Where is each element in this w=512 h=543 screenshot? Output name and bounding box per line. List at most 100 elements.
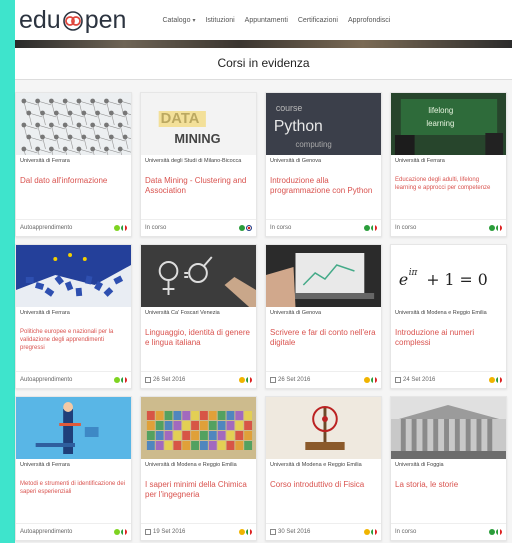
calendar-icon bbox=[145, 529, 151, 535]
course-title-link[interactable]: La storia, le storie bbox=[391, 476, 506, 516]
periodic-table-icon[interactable] bbox=[141, 397, 256, 459]
svg-text:e: e bbox=[399, 270, 408, 289]
laptop-writing-icon[interactable] bbox=[266, 245, 381, 307]
course-card[interactable]: Università di Ferrara Metodi e strumenti … bbox=[15, 396, 132, 541]
status-dot-icon bbox=[114, 377, 120, 383]
python-icon[interactable]: course Python computing bbox=[266, 93, 381, 155]
italy-flag-icon bbox=[121, 529, 127, 535]
network-icon[interactable] bbox=[16, 93, 131, 155]
course-card[interactable]: Università di Modena e Reggio Emilia I sa… bbox=[140, 396, 257, 541]
course-university: Università di Genova bbox=[270, 310, 322, 316]
course-title-link[interactable]: Educazione degli adulti, lifelong learni… bbox=[391, 172, 506, 212]
course-university: Università degli Studi di Milano-Bicocca bbox=[145, 158, 242, 164]
course-footer: Autoapprendimento bbox=[16, 371, 131, 388]
course-title-link[interactable]: Scrivere e far di conto nell'era digital… bbox=[266, 324, 381, 364]
eu-puzzle-icon[interactable] bbox=[16, 245, 131, 307]
course-footer: 26 Set 2016 bbox=[141, 371, 256, 388]
status-dot-icon bbox=[489, 377, 495, 383]
course-university: Università di Modena e Reggio Emilia bbox=[395, 310, 487, 316]
calendar-icon bbox=[270, 377, 276, 383]
data-mining-icon[interactable]: DATAMINING bbox=[141, 93, 256, 155]
logo-o-icon bbox=[62, 10, 84, 32]
course-footer: 24 Set 2016 bbox=[391, 371, 506, 388]
uk-flag-icon bbox=[246, 225, 252, 231]
course-status: 26 Set 2016 bbox=[278, 377, 311, 383]
course-card[interactable]: Università di Genova Scrivere e far di co… bbox=[265, 244, 382, 389]
course-footer: 19 Set 2016 bbox=[141, 523, 256, 540]
course-title-link[interactable]: Data Mining - Clustering and Association bbox=[141, 172, 256, 212]
top-navbar: edu pen Catalogo ▾ Istituzioni Appuntamen… bbox=[15, 0, 512, 40]
course-footer: In corso bbox=[141, 219, 256, 236]
status-dot-icon bbox=[489, 529, 495, 535]
italy-flag-icon bbox=[371, 225, 377, 231]
svg-text:learning: learning bbox=[426, 119, 454, 128]
course-status: In corso bbox=[395, 225, 417, 231]
gender-symbols-icon[interactable] bbox=[141, 245, 256, 307]
euler-formula-icon[interactable]: e iπ + 1 = 0 bbox=[391, 245, 506, 307]
italy-flag-icon bbox=[496, 529, 502, 535]
course-card[interactable]: lifelong learning Università di Ferrara Edu… bbox=[390, 92, 507, 237]
calendar-icon bbox=[270, 529, 276, 535]
italy-flag-icon bbox=[496, 377, 502, 383]
status-dot-icon bbox=[364, 529, 370, 535]
course-card[interactable]: e iπ + 1 = 0 Università di Modena e Reggio … bbox=[390, 244, 507, 389]
course-status: 19 Set 2016 bbox=[153, 529, 186, 535]
status-dot-icon bbox=[114, 529, 120, 535]
status-dot-icon bbox=[239, 225, 245, 231]
course-university: Università di Foggia bbox=[395, 462, 444, 468]
nav-item-appuntamenti[interactable]: Appuntamenti bbox=[245, 17, 288, 24]
svg-text:+ 1 = 0: + 1 = 0 bbox=[426, 270, 487, 289]
nav-item-istituzioni[interactable]: Istituzioni bbox=[205, 17, 234, 24]
course-title-link[interactable]: Introduzione ai numeri complessi bbox=[391, 324, 506, 364]
svg-text:iπ: iπ bbox=[409, 268, 418, 278]
course-title-link[interactable]: Introduzione alla programmazione con Pyt… bbox=[266, 172, 381, 212]
course-card[interactable]: course Python computing Università di Genov… bbox=[265, 92, 382, 237]
course-status: 26 Set 2016 bbox=[153, 377, 186, 383]
balance-icon[interactable] bbox=[16, 397, 131, 459]
nav-item-certificazioni[interactable]: Certificazioni bbox=[298, 17, 338, 24]
course-title-link[interactable]: Corso introduttivo di Fisica bbox=[266, 476, 381, 516]
italy-flag-icon bbox=[246, 529, 252, 535]
physics-device-icon[interactable] bbox=[266, 397, 381, 459]
nav-item-catalogo[interactable]: Catalogo ▾ bbox=[162, 17, 195, 24]
course-university: Università di Ferrara bbox=[20, 462, 70, 468]
italy-flag-icon bbox=[246, 377, 252, 383]
course-status: Autoapprendimento bbox=[20, 529, 73, 535]
course-status: 24 Set 2016 bbox=[403, 377, 436, 383]
italy-flag-icon bbox=[121, 225, 127, 231]
course-status: In corso bbox=[145, 225, 167, 231]
course-status: 30 Set 2016 bbox=[278, 529, 311, 535]
course-card[interactable]: Università Ca' Foscari Venezia Linguaggio… bbox=[140, 244, 257, 389]
history-building-icon[interactable] bbox=[391, 397, 506, 459]
svg-text:lifelong: lifelong bbox=[428, 106, 453, 115]
course-footer: In corso bbox=[391, 219, 506, 236]
course-title-link[interactable]: Politiche europee e nazionali per la val… bbox=[16, 324, 131, 364]
course-title-link[interactable]: I saperi minimi della Chimica per l'inge… bbox=[141, 476, 256, 516]
course-footer: Autoapprendimento bbox=[16, 219, 131, 236]
italy-flag-icon bbox=[121, 377, 127, 383]
course-title-link[interactable]: Linguaggio, identità di genere e lingua … bbox=[141, 324, 256, 364]
course-status: Autoapprendimento bbox=[20, 225, 73, 231]
course-card[interactable]: Università di Modena e Reggio Emilia Cors… bbox=[265, 396, 382, 541]
course-card[interactable]: Università di Foggia La storia, le storie… bbox=[390, 396, 507, 541]
status-dot-icon bbox=[489, 225, 495, 231]
course-status: In corso bbox=[270, 225, 292, 231]
course-card[interactable]: Università di Ferrara Dal dato all'inform… bbox=[15, 92, 132, 237]
status-dot-icon bbox=[239, 529, 245, 535]
section-title: Corsi in evidenza bbox=[15, 48, 512, 80]
chevron-down-icon: ▾ bbox=[192, 17, 196, 24]
course-card[interactable]: Università di Ferrara Politiche europee e… bbox=[15, 244, 132, 389]
hero-banner-strip bbox=[15, 40, 512, 48]
course-status: In corso bbox=[395, 529, 417, 535]
course-university: Università di Ferrara bbox=[395, 158, 445, 164]
course-title-link[interactable]: Dal dato all'informazione bbox=[16, 172, 131, 212]
course-footer: 30 Set 2016 bbox=[266, 523, 381, 540]
eduopen-logo[interactable]: edu pen bbox=[19, 0, 126, 40]
course-card[interactable]: DATAMINING Università degli Studi di Mila… bbox=[140, 92, 257, 237]
course-university: Università di Modena e Reggio Emilia bbox=[145, 462, 237, 468]
course-university: Università Ca' Foscari Venezia bbox=[145, 310, 220, 316]
lifelong-learning-icon[interactable]: lifelong learning bbox=[391, 93, 506, 155]
nav-item-approfondisci[interactable]: Approfondisci bbox=[348, 17, 390, 24]
course-title-link[interactable]: Metodi e strumenti di identificazione de… bbox=[16, 476, 131, 516]
course-footer: Autoapprendimento bbox=[16, 523, 131, 540]
